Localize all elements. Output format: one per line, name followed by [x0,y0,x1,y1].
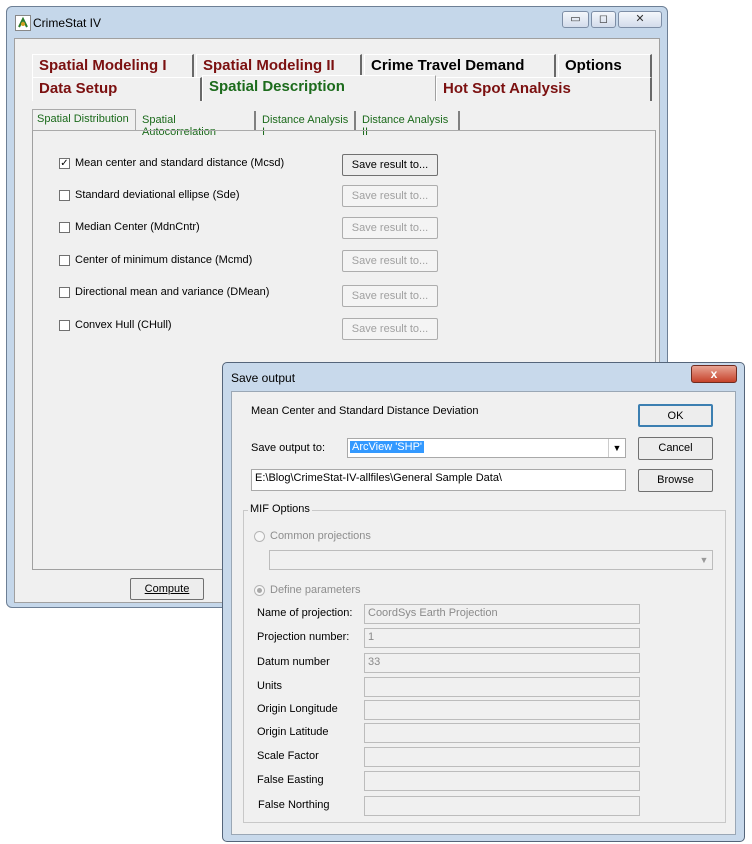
save-output-dialog: Save output x Mean Center and Standard D… [222,362,745,842]
option-label-mcmd: Center of minimum distance (Mcmd) [75,254,253,266]
cancel-button[interactable]: Cancel [638,437,713,460]
option-checkbox-mcsd[interactable]: ✓ [59,158,70,169]
param-label-scale-factor: Scale Factor [257,750,319,762]
dialog-heading: Mean Center and Standard Distance Deviat… [251,405,479,417]
param-label-false-northing: False Northing [258,799,330,811]
subtab-distance-analysis-1[interactable]: Distance Analysis I [258,111,356,138]
radio-selected-dot [257,588,262,593]
common-projections-select[interactable]: ▼ [269,550,713,570]
param-label-datum-number: Datum number [257,656,330,668]
browse-button[interactable]: Browse [638,469,713,492]
option-checkbox-dmean[interactable] [59,287,70,298]
option-checkbox-mdncntr[interactable] [59,222,70,233]
save-result-button-mcmd[interactable]: Save result to... [342,250,438,272]
window-title: CrimeStat IV [33,16,102,30]
common-projections-label: Common projections [270,530,371,542]
tab-spatial-modeling-2[interactable]: Spatial Modeling II [196,54,362,77]
maximize-button[interactable]: ◻ [591,11,616,28]
option-label-mdncntr: Median Center (MdnCntr) [75,221,200,233]
param-field-false-easting[interactable] [364,771,640,791]
param-label-units: Units [257,680,283,692]
option-checkbox-mcmd[interactable] [59,255,70,266]
define-parameters-radio[interactable] [254,585,265,596]
save-output-format-select[interactable]: ArcView 'SHP' ▼ [347,438,626,458]
output-path-input[interactable]: E:\Blog\CrimeStat-IV-allfiles\General Sa… [251,469,626,491]
param-label-projection-name: Name of projection: [257,607,353,619]
param-field-datum-number[interactable]: 33 [364,653,640,673]
tab-hot-spot-analysis[interactable]: Hot Spot Analysis [436,77,652,101]
dialog-client-area: Mean Center and Standard Distance Deviat… [231,391,736,835]
save-result-button-dmean[interactable]: Save result to... [342,285,438,307]
option-label-chull: Convex Hull (CHull) [75,319,172,331]
save-result-button-mdncntr[interactable]: Save result to... [342,217,438,239]
param-field-scale-factor[interactable] [364,747,640,767]
close-button[interactable]: ✕ [618,11,662,28]
subtab-spatial-distribution[interactable]: Spatial Distribution [32,109,136,131]
option-checkbox-sde[interactable] [59,190,70,201]
define-parameters-label: Define parameters [270,584,361,596]
save-output-to-label: Save output to: [251,442,325,454]
tab-spatial-modeling-1[interactable]: Spatial Modeling I [32,54,194,77]
param-field-origin-latitude[interactable] [364,723,640,743]
tab-data-setup[interactable]: Data Setup [32,77,202,101]
common-projections-radio[interactable] [254,531,265,542]
option-label-dmean: Directional mean and variance (DMean) [75,286,270,298]
save-output-format-value: ArcView 'SHP' [350,441,425,453]
option-label-mcsd: Mean center and standard distance (Mcsd) [75,157,285,169]
param-field-false-northing[interactable] [364,796,640,816]
subtab-distance-analysis-2[interactable]: Distance Analysis II [358,111,460,138]
save-result-button-mcsd[interactable]: Save result to... [342,154,438,176]
option-label-sde: Standard deviational ellipse (Sde) [75,189,240,201]
param-field-projection-number[interactable]: 1 [364,628,640,648]
minimize-button[interactable]: ▭ [562,11,589,28]
mif-options-label: MIF Options [248,503,312,515]
dialog-title: Save output [231,371,296,385]
subtab-spatial-autocorrelation[interactable]: Spatial Autocorrelation [138,111,256,138]
tab-spatial-description[interactable]: Spatial Description [202,75,436,101]
tab-options[interactable]: Options [558,54,652,77]
option-checkbox-chull[interactable] [59,320,70,331]
param-field-units[interactable] [364,677,640,697]
param-label-false-easting: False Easting [257,774,324,786]
dropdown-arrow-icon[interactable]: ▼ [608,439,625,457]
param-label-projection-number: Projection number: [257,631,350,643]
compute-button[interactable]: Compute [130,578,204,600]
param-label-origin-latitude: Origin Latitude [257,726,329,738]
tab-crime-travel-demand[interactable]: Crime Travel Demand [364,54,556,77]
param-field-origin-longitude[interactable] [364,700,640,720]
save-result-button-chull[interactable]: Save result to... [342,318,438,340]
param-label-origin-longitude: Origin Longitude [257,703,338,715]
ok-button[interactable]: OK [638,404,713,427]
save-result-button-sde[interactable]: Save result to... [342,185,438,207]
dropdown-arrow-icon[interactable]: ▼ [696,551,712,569]
dialog-close-button[interactable]: x [691,365,737,383]
crimestat-app-icon [15,15,31,31]
param-field-projection-name[interactable]: CoordSys Earth Projection [364,604,640,624]
